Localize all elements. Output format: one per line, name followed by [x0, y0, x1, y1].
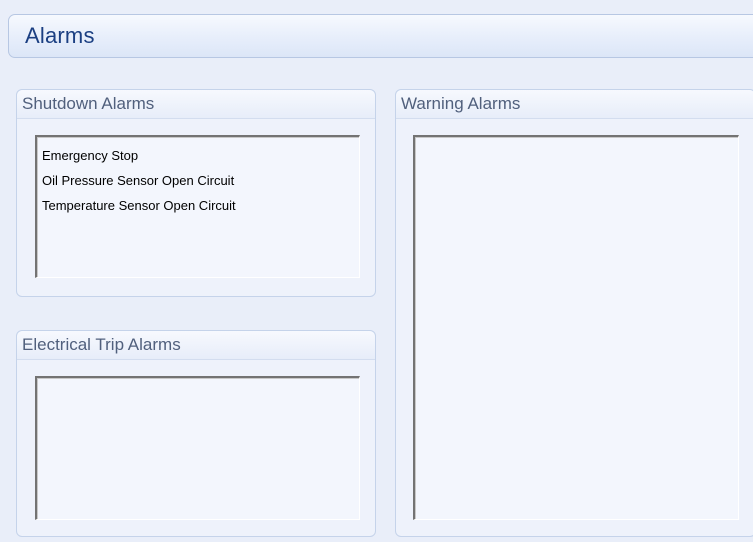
electrical-trip-alarms-header: Electrical Trip Alarms	[17, 331, 375, 360]
shutdown-alarms-list[interactable]: Emergency Stop Oil Pressure Sensor Open …	[35, 135, 360, 278]
electrical-trip-alarms-panel: Electrical Trip Alarms	[16, 330, 376, 537]
shutdown-alarms-panel: Shutdown Alarms Emergency Stop Oil Press…	[16, 89, 376, 297]
warning-alarms-list[interactable]	[413, 135, 739, 520]
warning-alarms-panel: Warning Alarms	[395, 89, 753, 537]
list-item[interactable]: Emergency Stop	[42, 143, 359, 168]
warning-alarms-header: Warning Alarms	[396, 90, 753, 119]
warning-alarms-title: Warning Alarms	[401, 94, 521, 113]
page-title: Alarms	[25, 23, 95, 48]
page-header: Alarms	[8, 14, 753, 58]
electrical-trip-alarms-title: Electrical Trip Alarms	[22, 335, 181, 354]
list-item[interactable]: Temperature Sensor Open Circuit	[42, 193, 359, 218]
shutdown-alarms-title: Shutdown Alarms	[22, 94, 155, 113]
electrical-trip-alarms-list[interactable]	[35, 376, 360, 520]
list-item[interactable]: Oil Pressure Sensor Open Circuit	[42, 168, 359, 193]
shutdown-alarms-header: Shutdown Alarms	[17, 90, 375, 119]
